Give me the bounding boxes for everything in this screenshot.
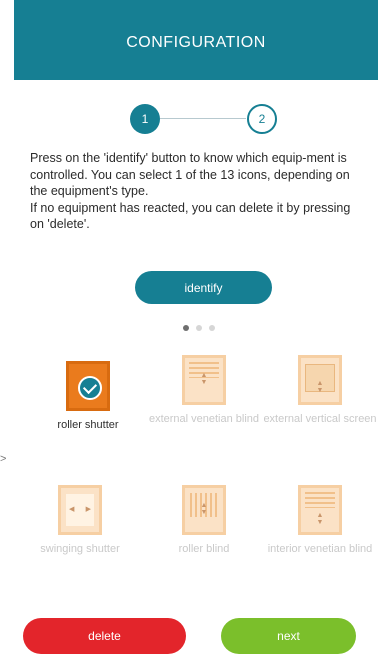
equipment-tile-external-vertical-screen[interactable]: ▲ ▼ external vertical screen xyxy=(262,355,378,426)
page-dot-1[interactable] xyxy=(183,325,189,331)
interior-venetian-blind-icon: ▲ ▼ xyxy=(298,485,342,535)
equipment-tile-interior-venetian-blind[interactable]: ▲ ▼ interior venetian blind xyxy=(262,485,378,556)
instruction-paragraph-1: Press on the 'identify' button to know w… xyxy=(30,151,350,198)
up-down-arrows-icon: ▲ ▼ xyxy=(200,502,208,516)
up-down-arrows-icon: ▲ ▼ xyxy=(316,512,324,526)
equipment-tile-roller-shutter[interactable]: roller shutter xyxy=(30,361,146,432)
equipment-label: roller blind xyxy=(178,543,230,555)
equipment-label: interior venetian blind xyxy=(267,543,373,555)
equipment-tile-external-venetian-blind[interactable]: ▲ ▼ external venetian blind xyxy=(146,355,262,426)
instructions-text: Press on the 'identify' button to know w… xyxy=(30,150,366,233)
identify-button[interactable]: identify xyxy=(135,271,272,304)
equipment-label: external venetian blind xyxy=(148,413,260,425)
page-dot-2[interactable] xyxy=(196,325,202,331)
page-dot-3[interactable] xyxy=(209,325,215,331)
external-venetian-blind-icon: ▲ ▼ xyxy=(182,355,226,405)
external-vertical-screen-icon: ▲ ▼ xyxy=(298,355,342,405)
edge-arrow-icon: > xyxy=(0,453,7,465)
up-down-arrows-icon: ▲ ▼ xyxy=(316,380,324,394)
equipment-tile-swinging-shutter[interactable]: ◀ ▶ swinging shutter xyxy=(22,485,138,556)
equipment-label: swinging shutter xyxy=(40,543,120,555)
blind-slats-icon xyxy=(305,492,335,508)
page-indicator xyxy=(183,325,222,331)
step-connector xyxy=(160,118,246,119)
step-indicator: 1 2 xyxy=(0,102,378,136)
equipment-tile-roller-blind[interactable]: ▲ ▼ roller blind xyxy=(146,485,262,556)
up-down-arrows-icon: ▲ ▼ xyxy=(200,372,208,386)
page-title: CONFIGURATION xyxy=(126,34,266,51)
roller-shutter-icon xyxy=(66,361,110,411)
check-icon xyxy=(78,376,102,400)
step-1-circle[interactable]: 1 xyxy=(130,104,160,134)
left-right-arrows-icon: ◀ ▶ xyxy=(69,506,91,513)
next-button[interactable]: next xyxy=(221,618,356,654)
header-bar: CONFIGURATION xyxy=(14,0,378,80)
instruction-paragraph-2: If no equipment has reacted, you can del… xyxy=(30,200,351,232)
equipment-label: roller shutter xyxy=(57,419,119,431)
roller-blind-icon: ▲ ▼ xyxy=(182,485,226,535)
step-2-circle[interactable]: 2 xyxy=(247,104,277,134)
delete-button[interactable]: delete xyxy=(23,618,186,654)
equipment-label: external vertical screen xyxy=(263,413,377,425)
swinging-shutter-icon: ◀ ▶ xyxy=(58,485,102,535)
